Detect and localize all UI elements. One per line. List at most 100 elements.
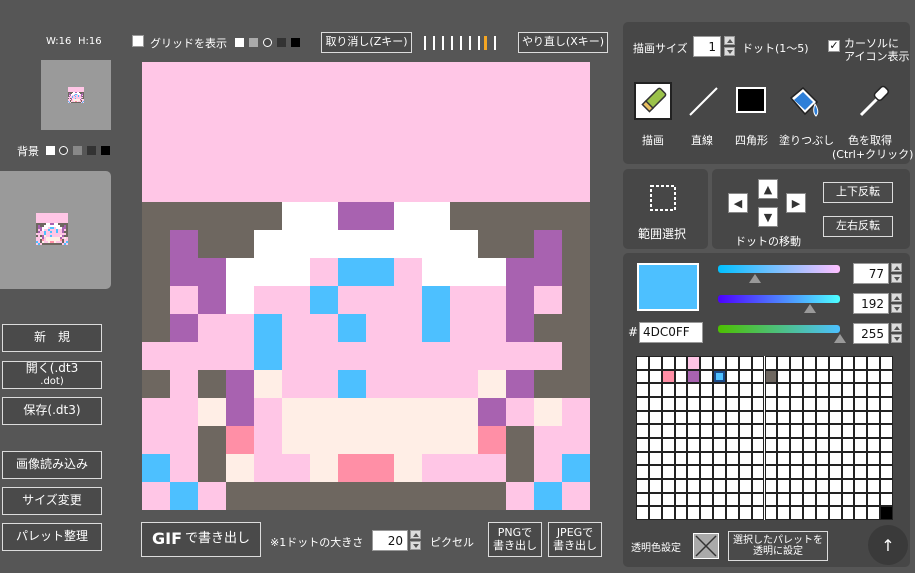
palette-cell[interactable] (661, 451, 675, 466)
palette-cell[interactable] (803, 438, 816, 452)
palette-cell[interactable] (700, 451, 714, 466)
palette-cell[interactable] (828, 369, 842, 384)
palette-cell[interactable] (687, 410, 701, 425)
palette-cell[interactable] (854, 356, 868, 370)
palette-cell[interactable] (777, 465, 791, 479)
bg-color-dark-gray[interactable] (87, 146, 96, 155)
palette-cell[interactable] (725, 397, 739, 411)
palette-cell[interactable] (713, 451, 726, 466)
palette-cell[interactable] (661, 506, 675, 520)
dot-size-down[interactable] (410, 541, 421, 550)
palette-cell[interactable] (777, 410, 791, 425)
palette-cell[interactable] (738, 424, 752, 438)
palette-cell[interactable] (841, 479, 855, 493)
palette-cell[interactable] (648, 479, 662, 493)
hex-input[interactable]: 4DC0FF (639, 322, 703, 343)
palette-cell[interactable] (661, 410, 675, 425)
red-down[interactable] (891, 274, 902, 283)
palette-cell[interactable] (674, 438, 688, 452)
palette-cell[interactable] (828, 438, 842, 452)
palette-cell[interactable] (815, 479, 829, 493)
palette-cell[interactable] (725, 451, 739, 466)
move-left-button[interactable]: ◀ (728, 193, 748, 213)
palette-cell[interactable] (700, 465, 714, 479)
palette-cell[interactable] (815, 410, 829, 425)
palette-cell[interactable] (777, 492, 791, 507)
palette-cell[interactable] (687, 465, 701, 479)
palette-cell[interactable] (713, 438, 726, 452)
save-button[interactable]: 保存(.dt3) (2, 397, 102, 425)
palette-cell[interactable] (790, 369, 804, 384)
palette-cell[interactable] (803, 410, 816, 425)
import-image-button[interactable]: 画像読み込み (2, 451, 102, 479)
palette-cell[interactable] (725, 479, 739, 493)
palette-cell[interactable] (764, 397, 778, 411)
palette-cell[interactable] (867, 424, 881, 438)
palette-organize-button[interactable]: パレット整理 (2, 523, 102, 551)
palette-cell[interactable] (713, 465, 726, 479)
png-export-button[interactable]: PNGで 書き出し (488, 522, 542, 557)
palette-cell[interactable] (738, 356, 752, 370)
green-slider[interactable] (718, 295, 840, 303)
palette-cell[interactable] (713, 383, 726, 397)
palette-cell[interactable] (790, 479, 804, 493)
palette-cell[interactable] (854, 506, 868, 520)
palette-cell[interactable] (725, 424, 739, 438)
new-button[interactable]: 新 規 (2, 324, 102, 352)
scroll-top-button[interactable]: ↑ (868, 525, 908, 565)
palette-cell[interactable] (867, 397, 881, 411)
palette-cell[interactable] (790, 397, 804, 411)
palette-cell[interactable] (725, 492, 739, 507)
palette-cell[interactable] (687, 369, 701, 384)
palette-cell[interactable] (674, 465, 688, 479)
palette-cell[interactable] (828, 424, 842, 438)
red-slider-knob[interactable] (748, 274, 761, 283)
bg-color-white[interactable] (46, 146, 55, 155)
palette-cell[interactable] (687, 397, 701, 411)
palette-cell[interactable] (854, 451, 868, 466)
palette-cell[interactable] (867, 506, 881, 520)
blue-down[interactable] (891, 334, 902, 343)
palette-cell[interactable] (636, 383, 649, 397)
palette-cell[interactable] (777, 397, 791, 411)
palette-cell[interactable] (828, 410, 842, 425)
palette-cell[interactable] (803, 424, 816, 438)
grid-color-white[interactable] (235, 38, 244, 47)
palette-cell[interactable] (828, 492, 842, 507)
palette-cell[interactable] (828, 465, 842, 479)
palette-cell[interactable] (738, 465, 752, 479)
palette-cell[interactable] (751, 424, 765, 438)
palette-cell[interactable] (764, 369, 778, 384)
palette-cell[interactable] (777, 424, 791, 438)
grid-color-black[interactable] (291, 38, 300, 47)
palette-cell[interactable] (828, 451, 842, 466)
palette-cell[interactable] (751, 438, 765, 452)
palette-cell[interactable] (636, 356, 649, 370)
blue-value[interactable]: 255 (853, 323, 889, 344)
palette-cell[interactable] (751, 506, 765, 520)
palette-cell[interactable] (636, 397, 649, 411)
palette-cell[interactable] (687, 506, 701, 520)
palette-cell[interactable] (764, 424, 778, 438)
palette-cell[interactable] (841, 492, 855, 507)
palette-cell[interactable] (738, 397, 752, 411)
palette-cell[interactable] (777, 451, 791, 466)
palette-cell[interactable] (764, 492, 778, 507)
palette-cell[interactable] (867, 465, 881, 479)
palette-cell[interactable] (777, 369, 791, 384)
bg-color-black[interactable] (101, 146, 110, 155)
palette-cell[interactable] (841, 383, 855, 397)
palette-cell[interactable] (815, 438, 829, 452)
rectangle-tool[interactable] (735, 86, 767, 118)
flip-horizontal-button[interactable]: 左右反転 (823, 216, 893, 237)
line-tool[interactable] (685, 82, 723, 120)
palette-cell[interactable] (674, 492, 688, 507)
palette-cell[interactable] (841, 369, 855, 384)
palette-cell[interactable] (636, 492, 649, 507)
palette-cell[interactable] (828, 356, 842, 370)
palette-cell[interactable] (700, 397, 714, 411)
palette-cell[interactable] (841, 451, 855, 466)
move-down-button[interactable]: ▼ (758, 207, 778, 227)
palette-cell[interactable] (803, 451, 816, 466)
palette-cell[interactable] (854, 492, 868, 507)
